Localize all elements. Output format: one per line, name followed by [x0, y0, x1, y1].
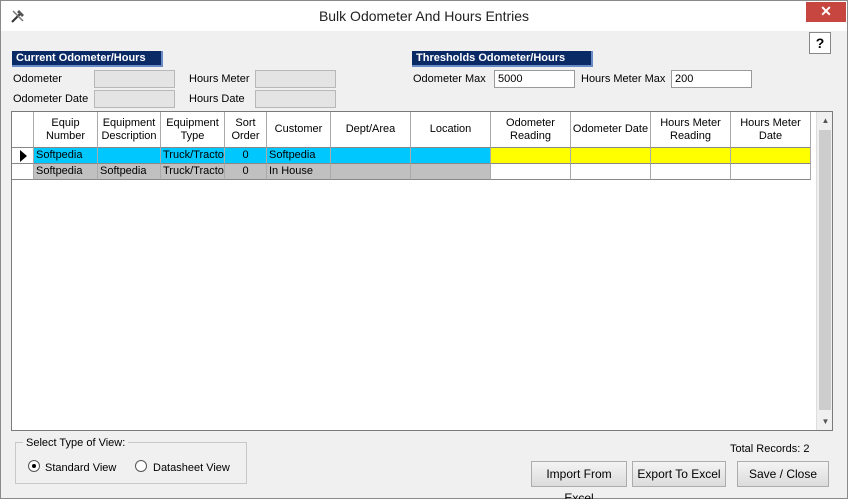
entries-grid[interactable]: Equip Number Equipment Description Equip…: [11, 111, 833, 431]
column-header[interactable]: Dept/Area: [331, 112, 411, 148]
table-cell[interactable]: [571, 164, 651, 180]
datasheet-view-label[interactable]: Datasheet View: [153, 461, 230, 475]
table-cell[interactable]: Truck/Tracto: [161, 148, 225, 164]
close-button[interactable]: ✕: [806, 2, 846, 22]
column-header[interactable]: Hours Meter Reading: [651, 112, 731, 148]
table-cell[interactable]: [571, 148, 651, 164]
triangle-right-icon: [20, 150, 27, 162]
vertical-scrollbar[interactable]: ▲ ▼: [816, 112, 832, 430]
table-cell[interactable]: [651, 148, 731, 164]
table-cell[interactable]: [651, 164, 731, 180]
thresholds-section-header: Thresholds Odometer/Hours: [412, 51, 593, 67]
table-cell[interactable]: Softpedia: [267, 148, 331, 164]
table-cell[interactable]: [731, 148, 811, 164]
chevron-up-icon[interactable]: ▲: [817, 112, 832, 129]
table-cell[interactable]: In House: [267, 164, 331, 180]
table-cell[interactable]: [411, 148, 491, 164]
column-header[interactable]: Hours Meter Date: [731, 112, 811, 148]
help-button[interactable]: ?: [809, 32, 831, 54]
table-cell[interactable]: [331, 164, 411, 180]
column-header[interactable]: Odometer Date: [571, 112, 651, 148]
table-cell[interactable]: Truck/Tracto: [161, 164, 225, 180]
odometer-date-label: Odometer Date: [13, 93, 89, 105]
window-title: Bulk Odometer And Hours Entries: [318, 8, 530, 24]
column-header[interactable]: Location: [411, 112, 491, 148]
hours-meter-field[interactable]: [255, 70, 336, 88]
table-cell[interactable]: [331, 148, 411, 164]
row-selector[interactable]: [12, 148, 34, 164]
table-cell[interactable]: Softpedia: [98, 164, 161, 180]
column-header[interactable]: Equipment Type: [161, 112, 225, 148]
total-records-text: Total Records: 2: [730, 443, 810, 455]
main-window: Bulk Odometer And Hours Entries ✕ ? Curr…: [0, 0, 848, 499]
standard-view-radio[interactable]: [28, 460, 40, 472]
scrollbar-thumb[interactable]: [819, 130, 831, 410]
odometer-date-field[interactable]: [94, 90, 175, 108]
standard-view-label[interactable]: Standard View: [45, 461, 116, 475]
table-cell[interactable]: 0: [225, 164, 267, 180]
row-selector[interactable]: [12, 164, 34, 180]
save-close-button[interactable]: Save / Close: [737, 461, 829, 487]
column-header[interactable]: Equip Number: [34, 112, 98, 148]
odometer-field[interactable]: [94, 70, 175, 88]
hours-meter-max-label: Hours Meter Max: [581, 73, 666, 85]
table-cell[interactable]: [731, 164, 811, 180]
table-cell[interactable]: [98, 148, 161, 164]
chevron-down-icon[interactable]: ▼: [817, 413, 832, 430]
table-cell[interactable]: 0: [225, 148, 267, 164]
view-type-title: Select Type of View:: [23, 437, 129, 449]
table-cell[interactable]: [411, 164, 491, 180]
datasheet-view-radio[interactable]: [135, 460, 147, 472]
table-cell[interactable]: Softpedia: [34, 148, 98, 164]
hours-meter-label: Hours Meter: [189, 73, 250, 85]
title-bar[interactable]: Bulk Odometer And Hours Entries ✕: [1, 1, 847, 31]
table-cell[interactable]: [491, 148, 571, 164]
export-to-excel-button[interactable]: Export To Excel: [632, 461, 726, 487]
hours-meter-max-field[interactable]: 200: [671, 70, 752, 88]
hours-date-label: Hours Date: [189, 93, 245, 105]
column-header[interactable]: Odometer Reading: [491, 112, 571, 148]
column-header[interactable]: Customer: [267, 112, 331, 148]
current-section-header: Current Odometer/Hours: [12, 51, 163, 67]
odometer-max-label: Odometer Max: [413, 73, 486, 85]
odometer-max-field[interactable]: 5000: [494, 70, 575, 88]
hours-date-field[interactable]: [255, 90, 336, 108]
table-cell[interactable]: [491, 164, 571, 180]
column-header[interactable]: Sort Order: [225, 112, 267, 148]
table-cell[interactable]: Softpedia: [34, 164, 98, 180]
import-from-excel-button[interactable]: Import From Excel: [531, 461, 627, 499]
odometer-label: Odometer: [13, 73, 62, 85]
column-header[interactable]: Equipment Description: [98, 112, 161, 148]
row-selector-header: [12, 112, 34, 148]
